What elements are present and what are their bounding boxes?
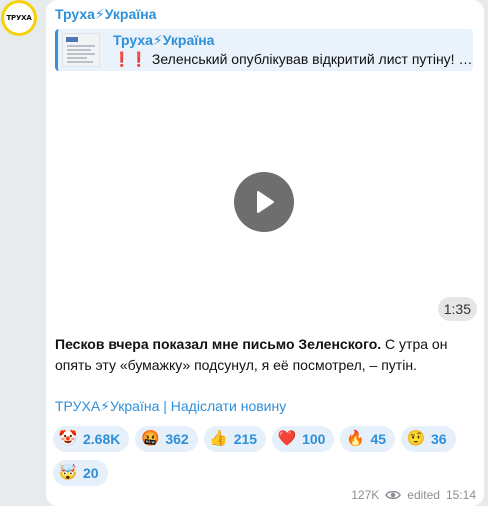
message-meta: 127K edited 15:14 xyxy=(351,488,476,502)
fire-icon: 🔥 xyxy=(346,430,365,447)
red-heart-icon: ❤️ xyxy=(277,430,297,447)
reaction-button[interactable]: 👍 215 xyxy=(203,426,267,452)
reaction-button[interactable]: 🤡 2.68K xyxy=(53,426,130,452)
reaction-button[interactable]: 🤨 36 xyxy=(401,426,456,452)
reaction-count: 20 xyxy=(83,465,99,481)
edited-label: edited xyxy=(407,488,440,502)
cursing-face-icon: 🤬 xyxy=(141,430,160,447)
channel-links[interactable]: ТРУХА⚡Україна | Надіслати новину xyxy=(55,398,286,415)
reaction-button[interactable]: 🤬 362 xyxy=(135,426,198,452)
reactions-bar: 🤡 2.68K 🤬 362 👍 215 ❤️ 100 🔥 45 🤨 36 🤯 20 xyxy=(53,426,473,486)
clown-face-icon: 🤡 xyxy=(58,430,78,447)
play-icon xyxy=(257,191,274,213)
message-bold-text: Песков вчера показал мне письмо Зеленско… xyxy=(55,336,382,352)
avatar-logo-text: ТРУХА xyxy=(4,3,34,33)
thumbs-up-icon: 👍 xyxy=(209,430,229,447)
message-text: Песков вчера показал мне письмо Зеленско… xyxy=(55,334,475,376)
reaction-count: 100 xyxy=(302,431,326,447)
reply-text: ❗❗ Зеленський опублікував відкритий лист … xyxy=(113,51,473,68)
raised-eyebrow-face-icon: 🤨 xyxy=(406,430,426,447)
channel-avatar[interactable]: ТРУХА xyxy=(1,0,37,36)
reply-text-content: Зеленський опублікував відкритий лист пу… xyxy=(151,51,473,67)
exploding-head-icon: 🤯 xyxy=(58,464,78,481)
exclamation-icon: ❗❗ xyxy=(113,51,148,67)
reply-sender-name: Труха⚡Україна xyxy=(113,32,215,48)
play-button[interactable] xyxy=(234,172,294,232)
reaction-count: 2.68K xyxy=(83,431,121,447)
reaction-count: 45 xyxy=(370,431,387,447)
video-player[interactable]: 1:35 xyxy=(46,79,484,324)
reaction-button[interactable]: 🤯 20 xyxy=(53,460,108,486)
reaction-button[interactable]: ❤️ 100 xyxy=(272,426,335,452)
reaction-button[interactable]: 🔥 45 xyxy=(340,426,396,452)
eye-icon xyxy=(385,490,402,500)
reaction-count: 36 xyxy=(431,431,447,447)
reaction-count: 215 xyxy=(233,431,258,447)
message-bubble: Труха⚡Україна Труха⚡Україна ❗❗ Зеленський… xyxy=(46,0,484,506)
view-count: 127K xyxy=(351,488,380,502)
video-duration: 1:35 xyxy=(437,297,477,321)
sender-name[interactable]: Труха⚡Україна xyxy=(55,6,156,23)
reaction-count: 362 xyxy=(165,431,189,447)
message-time: 15:14 xyxy=(445,488,476,502)
reply-thumbnail xyxy=(62,33,100,67)
reply-preview[interactable]: Труха⚡Україна ❗❗ Зеленський опублікував в… xyxy=(55,29,473,71)
